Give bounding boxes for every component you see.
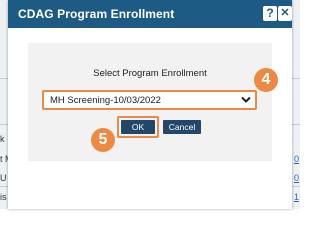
program-enrollment-value: MH Screening-10/03/2022 <box>50 95 161 106</box>
cancel-button[interactable]: Cancel <box>163 120 201 134</box>
dialog-titlebar: CDAG Program Enrollment ? ✕ <box>8 0 292 28</box>
background-row-label: U <box>0 173 7 183</box>
step-4-callout: 4 <box>254 68 278 92</box>
background-row-label: k <box>0 134 5 144</box>
program-enrollment-select[interactable]: MH Screening-10/03/2022 <box>42 90 257 110</box>
step-5-callout: 5 <box>91 128 115 152</box>
background-row-link[interactable]: 1 <box>294 192 299 202</box>
select-prompt-label: Select Program Enrollment <box>93 68 207 79</box>
close-icon[interactable]: ✕ <box>278 6 292 21</box>
program-enrollment-dialog: CDAG Program Enrollment ? ✕ Select Progr… <box>8 0 292 209</box>
enrollment-panel: Select Program Enrollment MH Screening-1… <box>28 43 272 161</box>
background-row-label: is <box>0 192 7 202</box>
background-row-link[interactable]: 0 <box>294 154 299 164</box>
help-icon[interactable]: ? <box>263 6 277 21</box>
chevron-down-icon <box>241 96 251 103</box>
ok-button[interactable]: OK <box>121 120 155 134</box>
background-row-link[interactable]: 0 <box>294 173 299 183</box>
dialog-title: CDAG Program Enrollment <box>18 7 175 21</box>
